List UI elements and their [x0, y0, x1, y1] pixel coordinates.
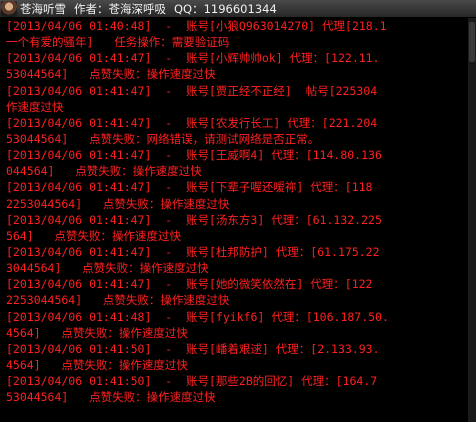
log-line: [2013/04/06 01:41:47] - 账号[汤东方3] 代理：[61.… [6, 212, 382, 227]
log-line: [2013/04/06 01:41:47] - 账号[杜邦防护] 代理：[61.… [6, 244, 380, 259]
log-line: 2253044564] 点赞失败：操作速度过快 [6, 293, 230, 308]
vertical-scrollbar[interactable] [468, 18, 476, 422]
log-line: 044564] 点赞失败：操作速度过快 [6, 164, 202, 179]
qq-label: QQ：1196601344 [174, 1, 277, 16]
log-line: 作速度过快 [6, 99, 64, 114]
log-line: [2013/04/06 01:41:48] - 账号[fyikf6] 代理：[1… [6, 309, 389, 324]
log-line: [2013/04/06 01:41:47] - 账号[下辈子喔还嗳祢] 代理：[… [6, 180, 373, 195]
log-line: 一个有爱的骚年] 任务操作：需要验证码 [6, 35, 230, 50]
log-line: 2253044564] 点赞失败：操作速度过快 [6, 196, 230, 211]
log-line: [2013/04/06 01:40:48] - 账号[小狼Q963014270]… [6, 19, 387, 33]
log-line: [2013/04/06 01:41:47] - 账号[她的微笑依然在] 代理：[… [6, 277, 373, 292]
log-line: 53044564] 点赞失败：操作速度过快 [6, 390, 216, 405]
author-label: 作者：苍海深呼吸 [74, 1, 166, 16]
log-line: [2013/04/06 01:41:47] - 账号[小辉帅帅ok] 代理：[1… [6, 51, 380, 66]
app-window: 苍海听雪 作者：苍海深呼吸 QQ：1196601344 [2013/04/06 … [0, 0, 476, 422]
log-line: 4564] 点赞失败：操作速度过快 [6, 357, 188, 372]
app-name: 苍海听雪 [20, 1, 66, 16]
log-line: [2013/04/06 01:41:50] - 账号[那些2B的回忆] 代理：[… [6, 374, 378, 389]
log-line: 3044564] 点赞失败：操作速度过快 [6, 261, 209, 276]
log-line: 564] 点赞失败：操作速度过快 [6, 228, 181, 243]
scrollbar-thumb[interactable] [469, 22, 475, 62]
log-line: [2013/04/06 01:41:47] - 账号[农发行长工] 代理：[22… [6, 115, 378, 130]
log-line: [2013/04/06 01:41:47] - 账号[王威啊4] 代理：[114… [6, 148, 382, 163]
log-console[interactable]: [2013/04/06 01:40:48] - 账号[小狼Q963014270]… [0, 18, 468, 422]
log-line: [2013/04/06 01:41:50] - 账号[嶓着艰逑] 代理：[2.1… [6, 341, 380, 356]
app-avatar-icon [1, 0, 17, 17]
log-line: 4564] 点赞失败：操作速度过快 [6, 325, 188, 340]
log-line: 53044564] 点赞失败：操作速度过快 [6, 67, 216, 82]
title-bar[interactable]: 苍海听雪 作者：苍海深呼吸 QQ：1196601344 [0, 0, 476, 17]
log-line: [2013/04/06 01:41:47] - 账号[贾正经不正经] 帖号[22… [6, 83, 378, 98]
log-line: 53044564] 点赞失败：网络错误，请测试网络是否正常。 [6, 131, 320, 146]
